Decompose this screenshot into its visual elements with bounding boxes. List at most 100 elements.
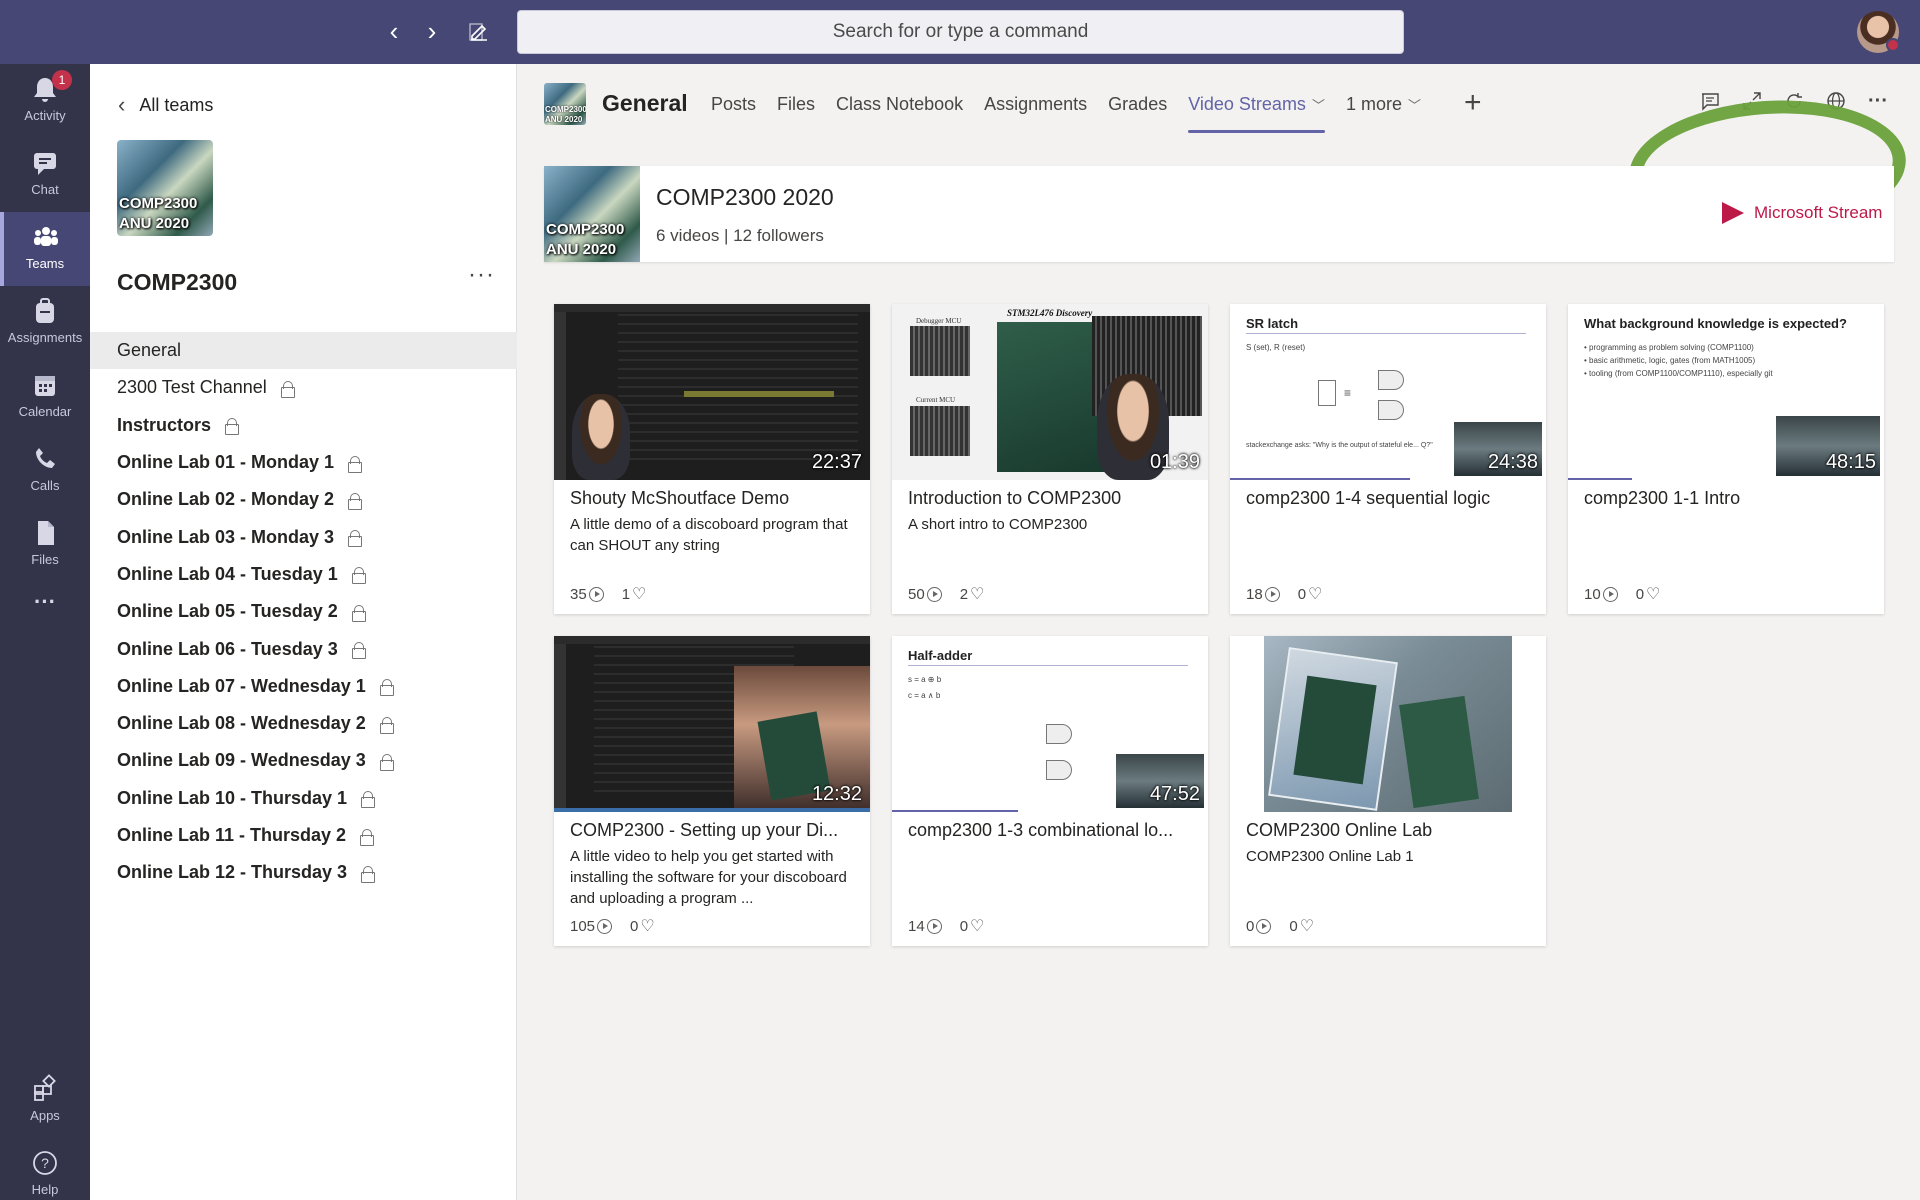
help-icon: ? [31, 1148, 59, 1178]
video-stats: 18 0 ♡ [1246, 586, 1322, 603]
video-card[interactable]: STM32L476 Discovery Debugger MCU Current… [892, 304, 1208, 614]
video-duration: 47:52 [1149, 783, 1200, 805]
rail-more[interactable]: ··· [0, 582, 90, 656]
slide-text: s = a ⊕ b [908, 675, 942, 684]
forward-arrow-icon[interactable]: › [418, 18, 446, 46]
rail-calendar[interactable]: Calendar [0, 360, 90, 434]
rail-help[interactable]: ? Help [0, 1138, 90, 1200]
svg-text:?: ? [41, 1155, 49, 1171]
thumbnail-caption: STM32L476 Discovery [1007, 308, 1093, 318]
video-title: Introduction to COMP2300 [908, 488, 1122, 508]
channel-item[interactable]: Online Lab 10 - Thursday 1 [90, 780, 517, 817]
channel-item[interactable]: Online Lab 08 - Wednesday 2 [90, 705, 517, 742]
channel-item[interactable]: 2300 Test Channel [90, 369, 517, 406]
video-card[interactable]: Half-adder s = a ⊕ b c = a ∧ b 47:52 com… [892, 636, 1208, 946]
stream-logo-icon [1722, 202, 1744, 224]
video-title: Shouty McShoutface Demo [570, 488, 790, 508]
slide-bullet: • tooling (from COMP1100/COMP1110), espe… [1584, 369, 1773, 378]
tab-class-notebook[interactable]: Class Notebook [836, 94, 963, 115]
rail-activity[interactable]: 1 Activity [0, 64, 90, 138]
video-card[interactable]: SR latch S (set), R (reset) ≡ stackexcha… [1230, 304, 1546, 614]
tab-video-streams[interactable]: Video Streams ﹀ [1188, 94, 1325, 133]
channel-label: Online Lab 10 - Thursday 1 [117, 787, 348, 808]
channel-item[interactable]: Online Lab 12 - Thursday 3 [90, 854, 517, 891]
refresh-icon[interactable] [1783, 90, 1805, 112]
apps-icon [31, 1074, 59, 1104]
channel-item[interactable]: Online Lab 01 - Monday 1 [90, 444, 517, 481]
rail-calls[interactable]: Calls [0, 434, 90, 508]
video-card[interactable]: 12:32 COMP2300 - Setting up your Di... A… [554, 636, 870, 946]
team-more-options-icon[interactable]: ··· [468, 261, 495, 289]
team-picture-text: COMP2300 ANU 2020 [119, 195, 198, 232]
channel-label: Online Lab 05 - Tuesday 2 [117, 601, 338, 622]
rail-label: Files [31, 552, 59, 567]
chevron-down-icon: ﹀ [1311, 98, 1325, 113]
video-title: COMP2300 - Setting up your Di... [570, 820, 839, 840]
video-thumbnail: What background knowledge is expected? •… [1568, 304, 1884, 480]
channel-item[interactable]: Online Lab 02 - Monday 2 [90, 481, 517, 518]
video-title: COMP2300 Online Lab [1246, 820, 1433, 840]
channel-item[interactable]: Online Lab 07 - Wednesday 1 [90, 668, 517, 705]
channel-label: Online Lab 03 - Monday 3 [117, 526, 335, 547]
like-count: 0 [1635, 586, 1645, 603]
channel-item[interactable]: General [90, 332, 517, 370]
like-count: 1 [621, 586, 631, 603]
video-card[interactable]: COMP2300 Online Lab COMP2300 Online Lab … [1230, 636, 1546, 946]
header-actions: ··· [1699, 90, 1889, 112]
rail-teams[interactable]: Teams [0, 212, 90, 286]
assignments-icon [31, 296, 59, 326]
video-card[interactable]: What background knowledge is expected? •… [1568, 304, 1884, 614]
video-thumbnail: 12:32 [554, 636, 870, 812]
view-count: 14 [908, 918, 925, 935]
compose-icon[interactable] [465, 20, 493, 48]
channel-item[interactable]: Online Lab 05 - Tuesday 2 [90, 593, 517, 630]
rail-label: Apps [30, 1108, 60, 1123]
team-picture[interactable]: COMP2300 ANU 2020 [117, 140, 213, 236]
lock-icon [280, 380, 295, 398]
tab-assignments[interactable]: Assignments [984, 94, 1087, 115]
lock-icon [379, 679, 394, 697]
channel-item[interactable]: Online Lab 03 - Monday 3 [90, 518, 517, 555]
heart-icon: ♡ [1299, 918, 1315, 935]
view-count: 105 [570, 918, 596, 935]
globe-icon[interactable] [1825, 90, 1847, 112]
tab-more[interactable]: 1 more ﹀ [1346, 94, 1421, 115]
video-description [908, 846, 1198, 910]
video-title: comp2300 1-3 combinational lo... [908, 820, 1174, 840]
tab-files[interactable]: Files [777, 94, 815, 115]
rail-apps[interactable]: Apps [0, 1064, 90, 1138]
video-title: comp2300 1-4 sequential logic [1246, 488, 1491, 508]
video-duration: 01:39 [1149, 451, 1200, 473]
microsoft-stream-link[interactable]: Microsoft Stream [1722, 202, 1882, 224]
video-description [1584, 514, 1874, 578]
chevron-left-icon: ‹ [118, 92, 126, 117]
expand-icon[interactable] [1741, 90, 1763, 112]
search-input[interactable]: Search for or type a command [517, 10, 1404, 54]
channel-item[interactable]: Instructors [90, 407, 517, 444]
channel-item[interactable]: Online Lab 04 - Tuesday 1 [90, 556, 517, 593]
tab-grades[interactable]: Grades [1108, 94, 1167, 115]
channel-item[interactable]: Online Lab 09 - Wednesday 3 [90, 742, 517, 779]
top-bar: ‹ › Search for or type a command [0, 0, 1920, 64]
back-arrow-icon[interactable]: ‹ [380, 18, 408, 46]
tab-label: 1 more [1345, 94, 1402, 114]
channel-item[interactable]: Online Lab 06 - Tuesday 3 [90, 630, 517, 667]
add-tab-button[interactable]: + [1464, 86, 1482, 120]
channel-item[interactable]: Online Lab 11 - Thursday 2 [90, 817, 517, 854]
tab-posts[interactable]: Posts [711, 94, 756, 115]
like-count: 2 [959, 586, 969, 603]
heart-icon: ♡ [640, 918, 655, 935]
tab-label: Video Streams [1188, 94, 1306, 114]
rail-chat[interactable]: Chat [0, 138, 90, 212]
more-options-icon[interactable]: ··· [1867, 90, 1889, 112]
rail-assignments[interactable]: Assignments [0, 286, 90, 360]
video-stats: 14 0 ♡ [908, 918, 984, 935]
conversation-icon[interactable] [1699, 90, 1721, 112]
chevron-down-icon: ﹀ [1407, 98, 1421, 113]
video-card[interactable]: 22:37 Shouty McShoutface Demo A little d… [554, 304, 870, 614]
slide-text: c = a ∧ b [908, 691, 941, 700]
rail-files[interactable]: Files [0, 508, 90, 582]
lock-icon [348, 455, 363, 473]
all-teams-link[interactable]: ‹ All teams [118, 92, 213, 118]
lock-icon [348, 492, 363, 510]
